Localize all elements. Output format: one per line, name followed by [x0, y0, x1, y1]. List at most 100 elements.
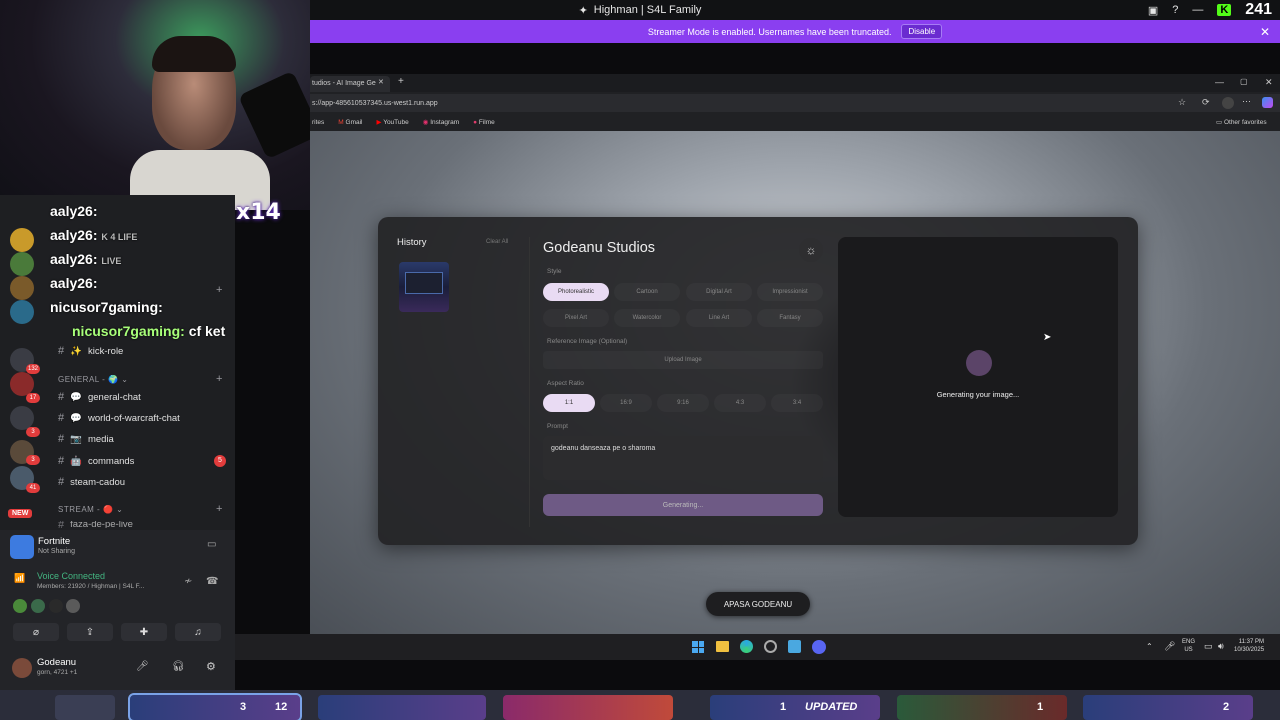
style-cartoon[interactable]: Cartoon	[614, 283, 680, 301]
category-stream[interactable]: STREAM - 🔴 ⌄	[58, 505, 123, 514]
maximize-window-icon[interactable]: ▢	[1240, 77, 1248, 86]
bookmarks-bar: rites M Gmail ▶ YouTube ◉ Instagram ● Fi…	[310, 114, 1280, 130]
stream-thumbnail[interactable]	[318, 695, 486, 720]
edge-browser-icon[interactable]	[740, 640, 753, 653]
screen-icon[interactable]: ▣	[1148, 4, 1158, 17]
ratio-3-4[interactable]: 3:4	[771, 394, 823, 412]
history-thumbnail[interactable]	[399, 262, 449, 312]
style-impressionist[interactable]: Impressionist	[757, 283, 823, 301]
voice-member-avatar[interactable]	[13, 599, 27, 613]
headset-icon[interactable]: 🎧︎	[172, 661, 185, 672]
mic-icon[interactable]: 🎤︎	[136, 661, 149, 672]
noise-suppression-icon[interactable]: ≁	[184, 576, 192, 587]
apasa-godeanu-button[interactable]: APASA GODEANU	[706, 592, 810, 616]
activities-icon[interactable]: ✚	[121, 623, 167, 641]
language-indicator[interactable]: ENG US	[1182, 638, 1195, 654]
style-photorealistic[interactable]: Photorealistic	[543, 283, 609, 301]
upload-image-button[interactable]: Upload Image	[543, 351, 823, 369]
screen-share-icon[interactable]: ▭	[207, 539, 216, 550]
user-name: Godeanu	[37, 657, 77, 668]
close-banner-icon[interactable]: ✕	[1260, 25, 1270, 39]
stream-thumbnail[interactable]: 2	[1083, 695, 1253, 720]
stream-thumbnail[interactable]: 3 12	[128, 693, 302, 720]
minimize-icon[interactable]: —	[1192, 4, 1203, 16]
tray-chevron-icon[interactable]: ⌃	[1146, 642, 1153, 651]
viewer-count: 241	[1245, 1, 1272, 18]
tray-mic-icon[interactable]: 🎤︎	[1164, 641, 1175, 652]
streamer-mode-banner: Streamer Mode is enabled. Usernames have…	[310, 20, 1280, 43]
screen-share-button-icon[interactable]: ⇪	[67, 623, 113, 641]
ratio-1-1[interactable]: 1:1	[543, 394, 595, 412]
ratio-9-16[interactable]: 9:16	[657, 394, 709, 412]
voice-member-avatar[interactable]	[31, 599, 45, 613]
other-favorites[interactable]: ▭ Other favorites	[1216, 118, 1267, 126]
stream-thumbnail[interactable]: 1	[897, 695, 1067, 720]
reload-icon[interactable]: ⟳	[1202, 97, 1210, 108]
disconnect-icon[interactable]: ☎	[206, 576, 218, 587]
guild-icon[interactable]	[10, 300, 34, 324]
clock[interactable]: 11:37 PM 10/30/2025	[1234, 638, 1264, 654]
style-fantasy[interactable]: Fantasy	[757, 309, 823, 327]
app-icon[interactable]	[764, 640, 777, 653]
chat-message: aaly26: LIVE	[50, 251, 122, 267]
style-line-art[interactable]: Line Art	[686, 309, 752, 327]
stream-thumbnail[interactable]	[55, 695, 115, 720]
voice-member-avatar[interactable]	[66, 599, 80, 613]
bookmark-instagram[interactable]: ◉ Instagram	[423, 118, 459, 126]
guild-icon[interactable]	[10, 276, 34, 300]
channel-commands[interactable]: # 🤖 commands	[58, 455, 134, 467]
help-icon[interactable]: ?	[1172, 4, 1178, 16]
ratio-16-9[interactable]: 16:9	[600, 394, 652, 412]
chat-message: aaly26:	[50, 203, 98, 219]
soundboard-icon[interactable]: ♫	[175, 623, 221, 641]
guild-icon[interactable]	[10, 228, 34, 252]
bookmark-filme[interactable]: ● Filme	[473, 119, 495, 126]
settings-gear-icon[interactable]: ⚙	[206, 660, 216, 673]
profile-icon[interactable]	[1222, 97, 1234, 109]
disable-streamer-mode-button[interactable]: Disable	[901, 24, 943, 39]
minimize-window-icon[interactable]: —	[1215, 77, 1224, 87]
url-text[interactable]: s://app-485610537345.us-west1.run.app	[312, 100, 438, 107]
menu-icon[interactable]: ⋯	[1242, 96, 1251, 107]
channel-general-chat[interactable]: # 💬 general-chat	[58, 391, 141, 403]
ratio-4-3[interactable]: 4:3	[714, 394, 766, 412]
loading-spinner	[966, 350, 992, 376]
video-off-icon[interactable]: ⌀	[13, 623, 59, 641]
file-explorer-icon[interactable]	[716, 641, 729, 652]
window-title: Highman | S4L Family	[593, 4, 702, 16]
volume-icon[interactable]: 🔊︎	[1218, 641, 1224, 652]
channel-world-of-warcraft-chat[interactable]: # 💬 world-of-warcraft-chat	[58, 412, 180, 424]
category-general[interactable]: GENERAL - 🌍 ⌄	[58, 375, 128, 384]
channel-partial[interactable]: # faza-de-pe-live	[58, 521, 133, 528]
style-watercolor[interactable]: Watercolor	[614, 309, 680, 327]
voice-connected-label[interactable]: Voice Connected	[37, 571, 105, 581]
channel-media[interactable]: # 📷 media	[58, 433, 114, 445]
copilot-icon[interactable]	[1262, 97, 1273, 108]
bookmark-gmail[interactable]: M Gmail	[338, 119, 362, 126]
channel-steam-cadou[interactable]: # steam-cadou	[58, 476, 125, 488]
stream-thumbnail[interactable]: 1 UPDATED	[710, 695, 880, 720]
bookmark-youtube[interactable]: ▶ YouTube	[377, 118, 409, 126]
hash-icon: #	[58, 391, 65, 403]
style-pixel-art[interactable]: Pixel Art	[543, 309, 609, 327]
theme-toggle-sun-icon[interactable]: ☼	[799, 238, 823, 262]
clear-all-button[interactable]: Clear All	[486, 239, 508, 245]
close-window-icon[interactable]: ✕	[1265, 77, 1273, 88]
bookmark-item[interactable]: rites	[312, 119, 324, 126]
prompt-textarea[interactable]: godeanu danseaza pe o sharoma	[543, 436, 823, 480]
voice-member-avatar[interactable]	[49, 599, 63, 613]
channel-kick-role[interactable]: # ✨ kick-role	[58, 345, 123, 357]
network-icon[interactable]: ▭	[1204, 641, 1213, 652]
close-tab-icon[interactable]: ✕	[378, 78, 384, 86]
avatar[interactable]	[12, 658, 32, 678]
new-tab-icon[interactable]: +	[398, 76, 404, 87]
discord-icon[interactable]	[812, 640, 826, 654]
stream-thumbnail[interactable]	[503, 695, 673, 720]
style-digital-art[interactable]: Digital Art	[686, 283, 752, 301]
start-menu-icon[interactable]	[692, 641, 704, 653]
address-bar[interactable]: s://app-485610537345.us-west1.run.app ☆ …	[310, 94, 1280, 112]
store-icon[interactable]	[788, 640, 801, 653]
bookmark-star-icon[interactable]: ☆	[1178, 97, 1186, 108]
generate-button[interactable]: Generating...	[543, 494, 823, 516]
guild-icon[interactable]	[10, 252, 34, 276]
